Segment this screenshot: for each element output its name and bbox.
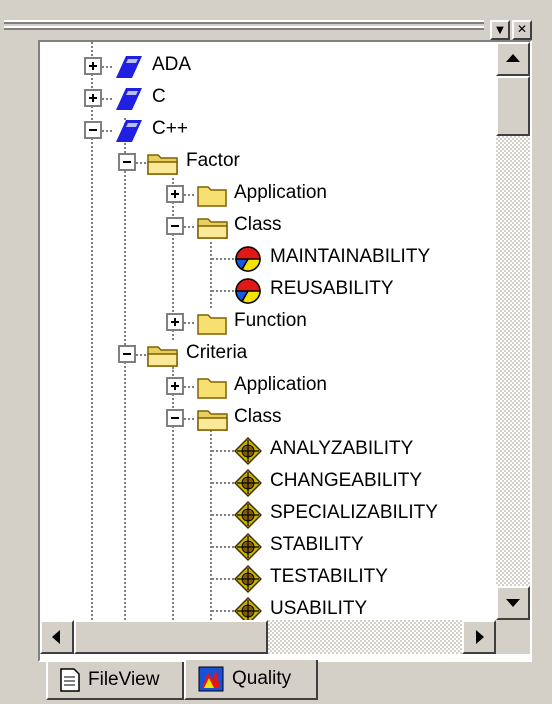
criteria-metric-icon [234, 565, 262, 593]
tree-item-criteria-class[interactable]: Class [234, 406, 282, 428]
tree-connector [212, 482, 234, 484]
tree-connector [212, 610, 234, 612]
collapse-criteria-class-toggle[interactable] [166, 409, 184, 427]
tree-connector [212, 258, 234, 260]
collapse-criteria-toggle[interactable] [118, 345, 136, 363]
tree-connector [212, 578, 234, 580]
close-icon: ✕ [516, 22, 528, 36]
tree-item-criteria-application[interactable]: Application [234, 374, 327, 396]
tab-fileview-label: FileView [88, 669, 160, 690]
tree-item-testability[interactable]: TESTABILITY [270, 566, 388, 588]
folder-icon [197, 186, 227, 207]
tree-item-analyzability[interactable]: ANALYZABILITY [270, 438, 413, 460]
tree-view[interactable]: ADA C C++ Factor Application Class MAINT… [40, 42, 496, 620]
language-icon [116, 88, 142, 110]
vertical-scroll-thumb[interactable] [496, 76, 530, 136]
tree-item-cpp[interactable]: C++ [152, 118, 188, 140]
tree-guide [172, 367, 174, 620]
dropdown-button[interactable]: ▼ [490, 20, 510, 40]
horizontal-scrollbar[interactable] [40, 620, 496, 654]
criteria-metric-icon [234, 597, 262, 620]
open-folder-icon [147, 346, 178, 367]
expand-c-toggle[interactable] [84, 89, 102, 107]
scroll-up-button[interactable] [496, 42, 530, 76]
tree-guide [210, 242, 212, 308]
language-icon [116, 56, 142, 78]
tree-item-stability[interactable]: STABILITY [270, 534, 364, 556]
scroll-right-button[interactable] [462, 620, 496, 654]
vertical-scrollbar[interactable] [496, 42, 530, 620]
arrow-down-icon [506, 599, 520, 607]
collapse-factor-class-toggle[interactable] [166, 217, 184, 235]
factor-metric-icon [235, 246, 261, 272]
expand-factor-function-toggle[interactable] [166, 313, 184, 331]
tree-guide [124, 353, 126, 620]
tree-item-factor-application[interactable]: Application [234, 182, 327, 204]
grip-line [4, 20, 484, 24]
tree-panel: ADA C C++ Factor Application Class MAINT… [38, 40, 532, 662]
tab-quality-label: Quality [232, 668, 292, 689]
tree-connector [212, 450, 234, 452]
folder-icon [197, 314, 227, 335]
tab-quality[interactable]: Quality [184, 660, 318, 700]
open-folder-icon [197, 410, 228, 431]
tree-item-reusability[interactable]: REUSABILITY [270, 278, 394, 300]
scroll-left-button[interactable] [40, 620, 74, 654]
tab-fileview[interactable]: FileView [46, 662, 184, 700]
grip-line [4, 26, 484, 30]
tree-item-ada[interactable]: ADA [152, 54, 191, 76]
tree-item-factor-function[interactable]: Function [234, 310, 307, 332]
chevron-down-icon: ▼ [496, 25, 504, 36]
tree-item-c[interactable]: C [152, 86, 166, 108]
tree-connector [212, 514, 234, 516]
tree-item-specializability[interactable]: SPECIALIZABILITY [270, 502, 438, 524]
horizontal-scroll-thumb[interactable] [74, 620, 268, 654]
quality-icon [198, 666, 224, 692]
open-folder-icon [147, 154, 178, 175]
scroll-down-button[interactable] [496, 586, 530, 620]
arrow-left-icon [52, 630, 60, 644]
arrow-up-icon [506, 54, 520, 62]
arrow-right-icon [476, 630, 484, 644]
tree-item-factor[interactable]: Factor [186, 150, 240, 172]
tree-connector [212, 546, 234, 548]
tree-item-factor-class[interactable]: Class [234, 214, 282, 236]
tree-item-criteria[interactable]: Criteria [186, 342, 247, 364]
close-button[interactable]: ✕ [512, 20, 532, 40]
tree-guide [210, 430, 212, 620]
open-folder-icon [197, 218, 228, 239]
tree-item-usability[interactable]: USABILITY [270, 598, 367, 620]
tree-item-changeability[interactable]: CHANGEABILITY [270, 470, 422, 492]
collapse-factor-toggle[interactable] [118, 153, 136, 171]
criteria-metric-icon [234, 533, 262, 561]
factor-metric-icon [235, 278, 261, 304]
expand-criteria-application-toggle[interactable] [166, 377, 184, 395]
scrollbar-corner [496, 620, 530, 654]
language-icon [116, 120, 142, 142]
expand-factor-application-toggle[interactable] [166, 185, 184, 203]
expand-ada-toggle[interactable] [84, 57, 102, 75]
criteria-metric-icon [234, 469, 262, 497]
panel-grip-bar[interactable]: ▼ ✕ [0, 0, 552, 40]
criteria-metric-icon [234, 437, 262, 465]
fileview-icon [60, 668, 80, 692]
collapse-cpp-toggle[interactable] [84, 121, 102, 139]
tree-connector [212, 290, 234, 292]
criteria-metric-icon [234, 501, 262, 529]
folder-icon [197, 378, 227, 399]
tree-item-maintainability[interactable]: MAINTAINABILITY [270, 246, 430, 268]
